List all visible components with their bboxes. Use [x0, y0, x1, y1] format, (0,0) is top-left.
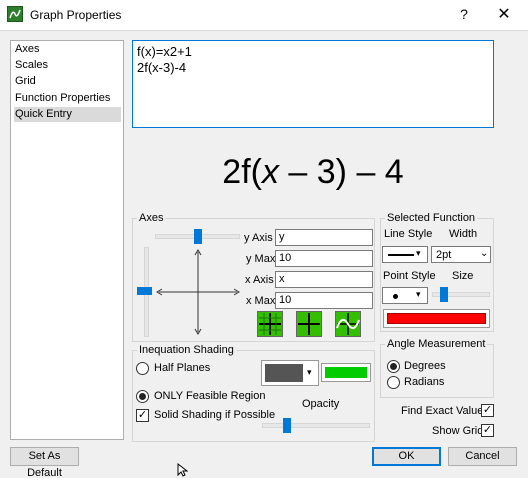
set-as-default-button[interactable]: Set As Default	[10, 447, 79, 479]
grid-cross-icon	[259, 313, 281, 335]
opacity-label: Opacity	[302, 398, 340, 410]
feasible-color-button[interactable]	[321, 363, 371, 382]
grid-axes-button[interactable]	[257, 311, 283, 337]
category-list[interactable]: Axes Scales Grid Function Properties Qui…	[10, 40, 124, 440]
nav-item-quick-entry[interactable]: Quick Entry	[14, 107, 121, 122]
entry-line: 2f(x-3)-4	[137, 60, 187, 75]
chevron-down-icon: ▾	[416, 248, 421, 258]
opacity-slider[interactable]	[262, 423, 370, 428]
point-size-slider-thumb[interactable]	[440, 287, 448, 302]
degrees-radio[interactable]	[387, 360, 400, 373]
shade-color-swatch	[265, 364, 303, 382]
point-style-label: Point Style	[383, 270, 436, 282]
axes-crosshair-icon	[156, 249, 240, 335]
inequation-shading-title: Inequation Shading	[137, 344, 236, 356]
formula-part: 2f(	[222, 153, 262, 191]
line-style-label: Line Style	[384, 228, 433, 240]
mouse-cursor-icon	[177, 463, 188, 477]
point-style-select[interactable]: ▾	[382, 287, 428, 304]
find-exact-label: Find Exact Values	[401, 405, 489, 417]
x-max-input[interactable]: 10	[275, 292, 373, 309]
window-title: Graph Properties	[30, 8, 122, 22]
formula-variable: x	[261, 153, 279, 191]
formula-part: – 3) – 4	[278, 153, 404, 191]
axes-cross-icon	[298, 313, 320, 335]
radians-radio[interactable]	[387, 376, 400, 389]
only-feasible-radio[interactable]	[136, 390, 149, 403]
title-bar: Graph Properties ? ✕	[0, 0, 528, 30]
sine-curve-icon	[336, 313, 360, 335]
half-planes-label: Half Planes	[154, 362, 211, 374]
ok-button[interactable]: OK	[372, 447, 441, 466]
nav-item-grid[interactable]: Grid	[14, 74, 121, 89]
selected-function-title: Selected Function	[385, 212, 478, 224]
y-max-input[interactable]: 10	[275, 250, 373, 267]
help-button[interactable]: ?	[454, 6, 474, 22]
chevron-down-icon: ▾	[416, 289, 421, 299]
opacity-slider-thumb[interactable]	[283, 418, 291, 433]
function-color-button[interactable]	[383, 309, 490, 328]
solid-shading-label: Solid Shading if Possible	[154, 409, 276, 421]
cancel-button[interactable]: Cancel	[448, 447, 517, 466]
entry-line: f(x)=x2+1	[137, 44, 192, 59]
shade-color-select[interactable]: ▾	[261, 360, 319, 386]
app-icon	[7, 6, 23, 22]
axes-only-button[interactable]	[296, 311, 322, 337]
size-label: Size	[452, 270, 474, 282]
y-axis-name-input[interactable]: y	[275, 229, 373, 246]
quick-entry-textarea[interactable]: f(x)=x2+1 2f(x-3)-4	[132, 40, 494, 128]
chevron-down-icon: ▾	[307, 367, 312, 377]
chevron-down-icon: ⌄	[480, 248, 489, 259]
find-exact-checkbox[interactable]: ✓	[481, 404, 494, 417]
solid-shading-checkbox[interactable]: ✓	[136, 409, 149, 422]
x-axis-name-input[interactable]: x	[275, 271, 373, 288]
width-value: 2pt	[436, 249, 452, 261]
degrees-label: Degrees	[404, 360, 446, 372]
y-axis-slider-thumb[interactable]	[194, 229, 202, 244]
x-axis-label: x Axis	[245, 274, 274, 286]
axes-group-title: Axes	[137, 212, 166, 224]
width-select[interactable]: 2pt ⌄	[431, 246, 491, 263]
y-axis-label: y Axis	[244, 232, 273, 244]
formula-preview: 2f(x – 3) – 4	[132, 148, 494, 198]
dot-icon	[393, 294, 398, 299]
show-grid-checkbox[interactable]: ✓	[481, 424, 494, 437]
show-grid-label: Show Grid	[432, 425, 484, 437]
x-axis-slider-thumb[interactable]	[137, 287, 152, 295]
close-button[interactable]: ✕	[492, 4, 516, 24]
half-planes-radio[interactable]	[136, 362, 149, 375]
function-axes-button[interactable]	[335, 311, 361, 337]
radians-label: Radians	[404, 376, 445, 388]
angle-measurement-title: Angle Measurement	[385, 338, 488, 350]
y-max-label: y Max	[246, 253, 276, 265]
color-swatch	[387, 313, 486, 324]
nav-item-axes[interactable]: Axes	[14, 42, 121, 57]
solid-line-icon	[388, 254, 414, 256]
line-style-select[interactable]: ▾	[382, 246, 428, 263]
feasible-color-swatch	[325, 367, 367, 378]
only-feasible-label: ONLY Feasible Region	[154, 390, 266, 402]
width-label: Width	[449, 228, 478, 240]
nav-item-scales[interactable]: Scales	[14, 58, 121, 73]
x-max-label: x Max	[246, 295, 276, 307]
nav-item-function-properties[interactable]: Function Properties	[14, 91, 121, 106]
